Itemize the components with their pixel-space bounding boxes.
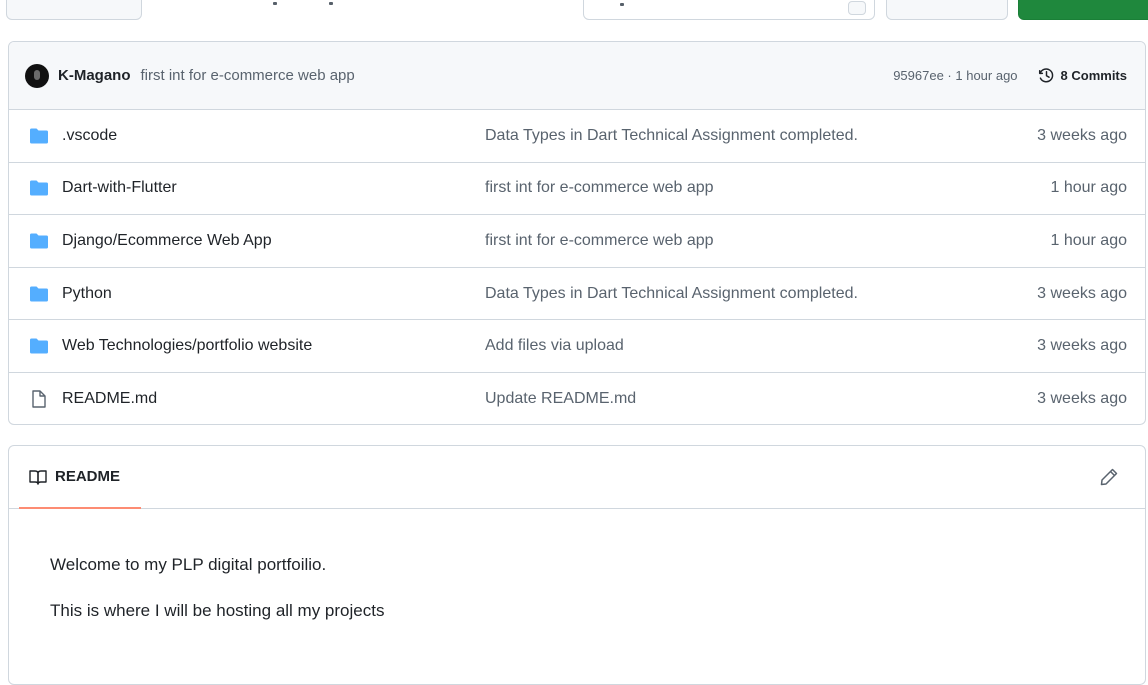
author-avatar[interactable] xyxy=(25,63,49,88)
file-commit-message[interactable]: first int for e-commerce web app xyxy=(485,179,714,197)
search-text-fragment xyxy=(620,3,624,6)
file-commit-age: 3 weeks ago xyxy=(1037,337,1127,355)
toolbar-text-fragment xyxy=(329,2,333,5)
folder-icon xyxy=(30,233,48,249)
file-browser: K-Magano first int for e-commerce web ap… xyxy=(8,41,1146,425)
readme-header: README xyxy=(9,446,1145,509)
tab-readme[interactable]: README xyxy=(19,446,141,509)
commit-hash-time[interactable]: 95967ee · 1 hour ago xyxy=(893,68,1017,83)
file-name-link[interactable]: Python xyxy=(62,285,112,303)
branch-selector-button[interactable] xyxy=(6,0,142,20)
commits-count-label: 8 Commits xyxy=(1060,68,1127,83)
file-commit-message[interactable]: Add files via upload xyxy=(485,337,624,355)
file-row[interactable]: .vscode Data Types in Dart Technical Ass… xyxy=(9,110,1145,163)
add-file-button[interactable] xyxy=(886,0,1008,20)
code-button[interactable] xyxy=(1018,0,1148,20)
file-commit-message[interactable]: Update README.md xyxy=(485,390,636,408)
file-row[interactable]: README.md Update README.md 3 weeks ago xyxy=(9,373,1145,424)
file-row[interactable]: Python Data Types in Dart Technical Assi… xyxy=(9,268,1145,321)
file-name-link[interactable]: Django/Ecommerce Web App xyxy=(62,232,272,250)
pencil-icon[interactable] xyxy=(1099,467,1119,487)
history-icon xyxy=(1038,68,1053,83)
toolbar-text-fragment xyxy=(273,2,277,5)
book-icon xyxy=(29,469,47,485)
commit-author[interactable]: K-Magano xyxy=(58,67,131,84)
file-name-link[interactable]: README.md xyxy=(62,390,157,408)
folder-icon xyxy=(30,128,48,144)
readme-panel: README Welcome to my PLP digital portfoi… xyxy=(8,445,1146,685)
file-icon xyxy=(32,390,46,408)
latest-commit-bar: K-Magano first int for e-commerce web ap… xyxy=(9,42,1145,110)
file-commit-message[interactable]: Data Types in Dart Technical Assignment … xyxy=(485,285,858,303)
readme-paragraph: This is where I will be hosting all my p… xyxy=(50,601,385,620)
file-name-link[interactable]: Dart-with-Flutter xyxy=(62,179,177,197)
file-commit-age: 3 weeks ago xyxy=(1037,284,1127,302)
latest-commit-message[interactable]: first int for e-commerce web app xyxy=(141,67,355,84)
readme-paragraph: Welcome to my PLP digital portfoilio. xyxy=(50,555,327,574)
file-commit-message[interactable]: first int for e-commerce web app xyxy=(485,232,714,250)
top-toolbar xyxy=(0,0,1148,22)
folder-icon xyxy=(30,338,48,354)
file-commit-age: 1 hour ago xyxy=(1050,179,1127,197)
keyboard-shortcut-hint xyxy=(848,1,866,15)
folder-icon xyxy=(30,180,48,196)
folder-icon xyxy=(30,286,48,302)
commits-link[interactable]: 8 Commits xyxy=(1038,67,1127,84)
file-commit-age: 1 hour ago xyxy=(1050,231,1127,249)
file-row[interactable]: Web Technologies/portfolio website Add f… xyxy=(9,320,1145,373)
file-name-link[interactable]: .vscode xyxy=(62,127,117,145)
file-name-link[interactable]: Web Technologies/portfolio website xyxy=(62,337,312,355)
go-to-file-input[interactable] xyxy=(583,0,875,20)
file-commit-age: 3 weeks ago xyxy=(1037,390,1127,408)
file-commit-message[interactable]: Data Types in Dart Technical Assignment … xyxy=(485,127,858,145)
file-row[interactable]: Django/Ecommerce Web App first int for e… xyxy=(9,215,1145,268)
readme-tab-label: README xyxy=(55,468,121,485)
readme-content: Welcome to my PLP digital portfoilio. Th… xyxy=(9,509,1145,623)
file-commit-age: 3 weeks ago xyxy=(1037,126,1127,144)
file-row[interactable]: Dart-with-Flutter first int for e-commer… xyxy=(9,163,1145,216)
